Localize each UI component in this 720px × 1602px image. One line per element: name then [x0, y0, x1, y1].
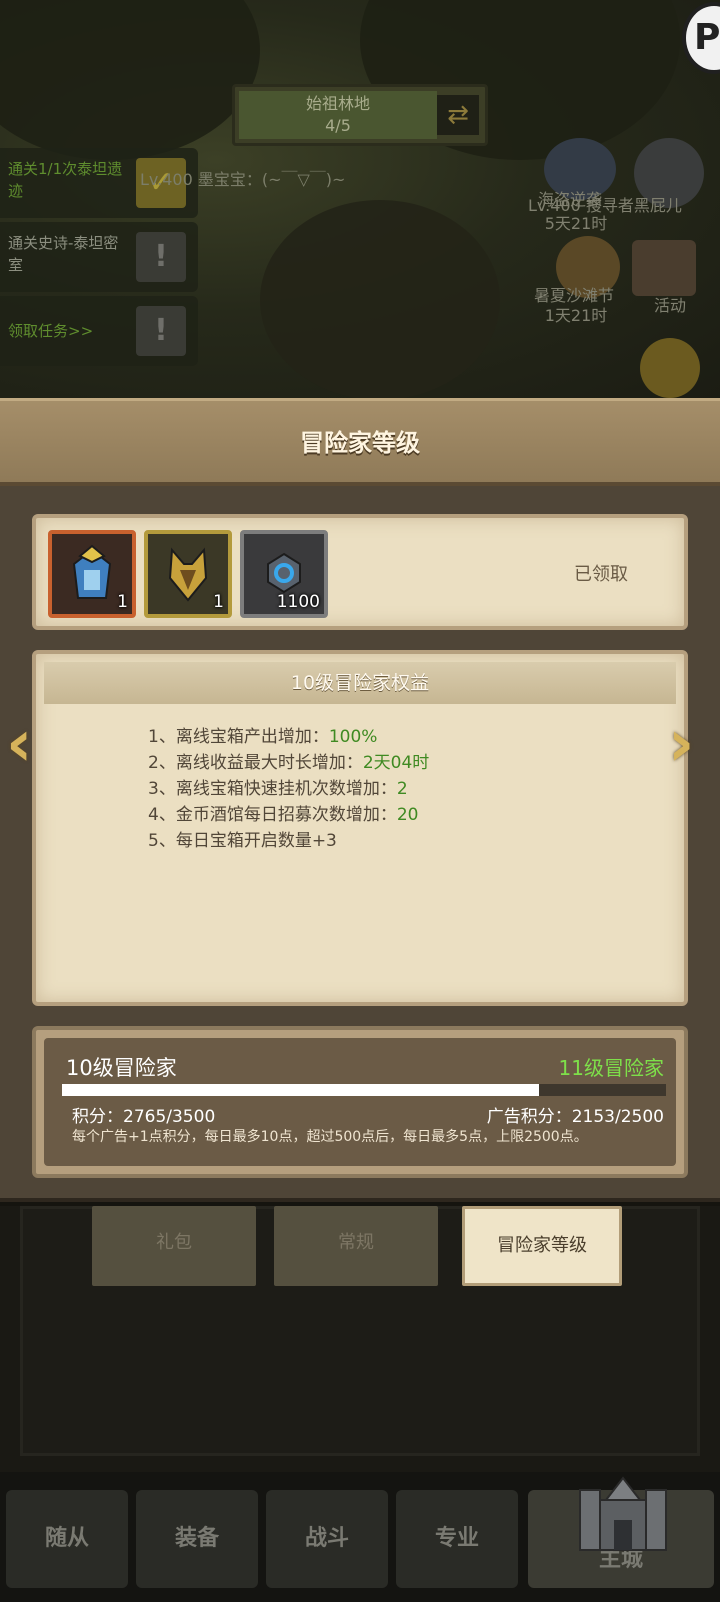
- benefit-item: 4、金币酒馆每日招募次数增加：20: [148, 805, 419, 825]
- stage-progress: 4/5: [325, 116, 351, 135]
- tab-regular[interactable]: 常规: [274, 1206, 438, 1286]
- nav-equipment[interactable]: 装备: [136, 1490, 258, 1588]
- benefits-card: 10级冒险家权益 1、离线宝箱产出增加：100% 2、离线收益最大时长增加：2天…: [32, 650, 688, 1006]
- quest-item[interactable]: 领取任务>> !: [0, 296, 198, 366]
- benefit-item: 3、离线宝箱快速挂机次数增加：2: [148, 779, 408, 799]
- reward-count: 1: [117, 592, 128, 612]
- panel-title: 冒险家等级: [300, 429, 420, 457]
- next-level: 11级冒险家: [558, 1056, 664, 1080]
- benefit-item: 2、离线收益最大时长增加：2天04时: [148, 753, 430, 773]
- event-timer: 1天21时: [544, 306, 608, 325]
- level-progress-card: 10级冒险家 11级冒险家 积分：2765/3500 广告积分：2153/250…: [32, 1026, 688, 1178]
- event-timer: 5天21时: [544, 214, 608, 233]
- stage-name: 始祖林地: [305, 94, 370, 113]
- reward-count: 1: [213, 592, 224, 612]
- nav-profession[interactable]: 专业: [396, 1490, 518, 1588]
- ad-points-text: 广告积分：2153/2500: [486, 1107, 664, 1127]
- switch-stage-icon[interactable]: ⇄: [437, 95, 479, 135]
- benefits-list: 1、离线宝箱产出增加：100% 2、离线收益最大时长增加：2天04时 3、离线宝…: [148, 724, 429, 854]
- tab-gift[interactable]: 礼包: [92, 1206, 256, 1286]
- nav-battle[interactable]: 战斗: [266, 1490, 388, 1588]
- level-progress-bar: [62, 1084, 666, 1096]
- player-name: Lv.400 搜寻者黑屁儿: [528, 196, 682, 215]
- points-rule-note: 每个广告+1点积分，每日最多10点，超过500点后，每日最多5点，上限2500点…: [72, 1129, 588, 1145]
- points-text: 积分：2765/3500: [72, 1107, 216, 1127]
- game-scene-background: 始祖林地 4/5 ⇄ 通关1/1次泰坦遗迹 ✓ 通关史诗-泰坦密室 ! 领取任务…: [0, 0, 720, 400]
- reward-slot[interactable]: 1: [48, 530, 136, 618]
- coin-shop-icon[interactable]: [640, 338, 700, 398]
- quest-text: 通关1/1次泰坦遗迹: [8, 160, 123, 200]
- benefit-item: 5、每日宝箱开启数量+3: [148, 831, 337, 851]
- prev-level-arrow-icon[interactable]: ‹: [6, 712, 52, 778]
- reward-slot[interactable]: 1100: [240, 530, 328, 618]
- panel-header: 冒险家等级: [0, 398, 720, 486]
- reward-card: 1 1 1100 已领取: [32, 514, 688, 630]
- tab-adventurer-level[interactable]: 冒险家等级: [462, 1206, 622, 1286]
- adventurer-level-panel: 1 1 1100 已领取 10级冒险家权益 1、离线宝箱产出增加：100% 2、…: [0, 486, 720, 1202]
- quest-item[interactable]: 通关史诗-泰坦密室 !: [0, 222, 198, 292]
- chat-message: Lv.400 墨宝宝：(~￣▽￣)~: [140, 170, 346, 189]
- quest-text: 通关史诗-泰坦密室: [8, 234, 119, 274]
- current-level: 10级冒险家: [66, 1056, 177, 1080]
- stage-indicator[interactable]: 始祖林地 4/5 ⇄: [232, 84, 488, 146]
- exclamation-icon: !: [136, 306, 186, 356]
- reward-slot[interactable]: 1: [144, 530, 232, 618]
- reward-count: 1100: [276, 592, 320, 612]
- activity-board-icon[interactable]: [632, 240, 696, 296]
- benefits-title: 10级冒险家权益: [44, 662, 676, 704]
- exclamation-icon: !: [136, 232, 186, 282]
- activity-label: 活动: [653, 296, 686, 315]
- tree-trunk: [260, 200, 500, 400]
- tree-canopy: [0, 0, 260, 160]
- castle-icon: [579, 1476, 667, 1551]
- level-progress-fill: [62, 1084, 540, 1096]
- benefit-item: 1、离线宝箱产出增加：100%: [148, 727, 378, 747]
- quest-text: 领取任务>>: [8, 322, 94, 340]
- nav-followers[interactable]: 随从: [6, 1490, 128, 1588]
- event-label: 暑夏沙滩节: [533, 286, 614, 305]
- next-level-arrow-icon[interactable]: ›: [668, 712, 714, 778]
- claimed-status: 已领取: [574, 564, 628, 585]
